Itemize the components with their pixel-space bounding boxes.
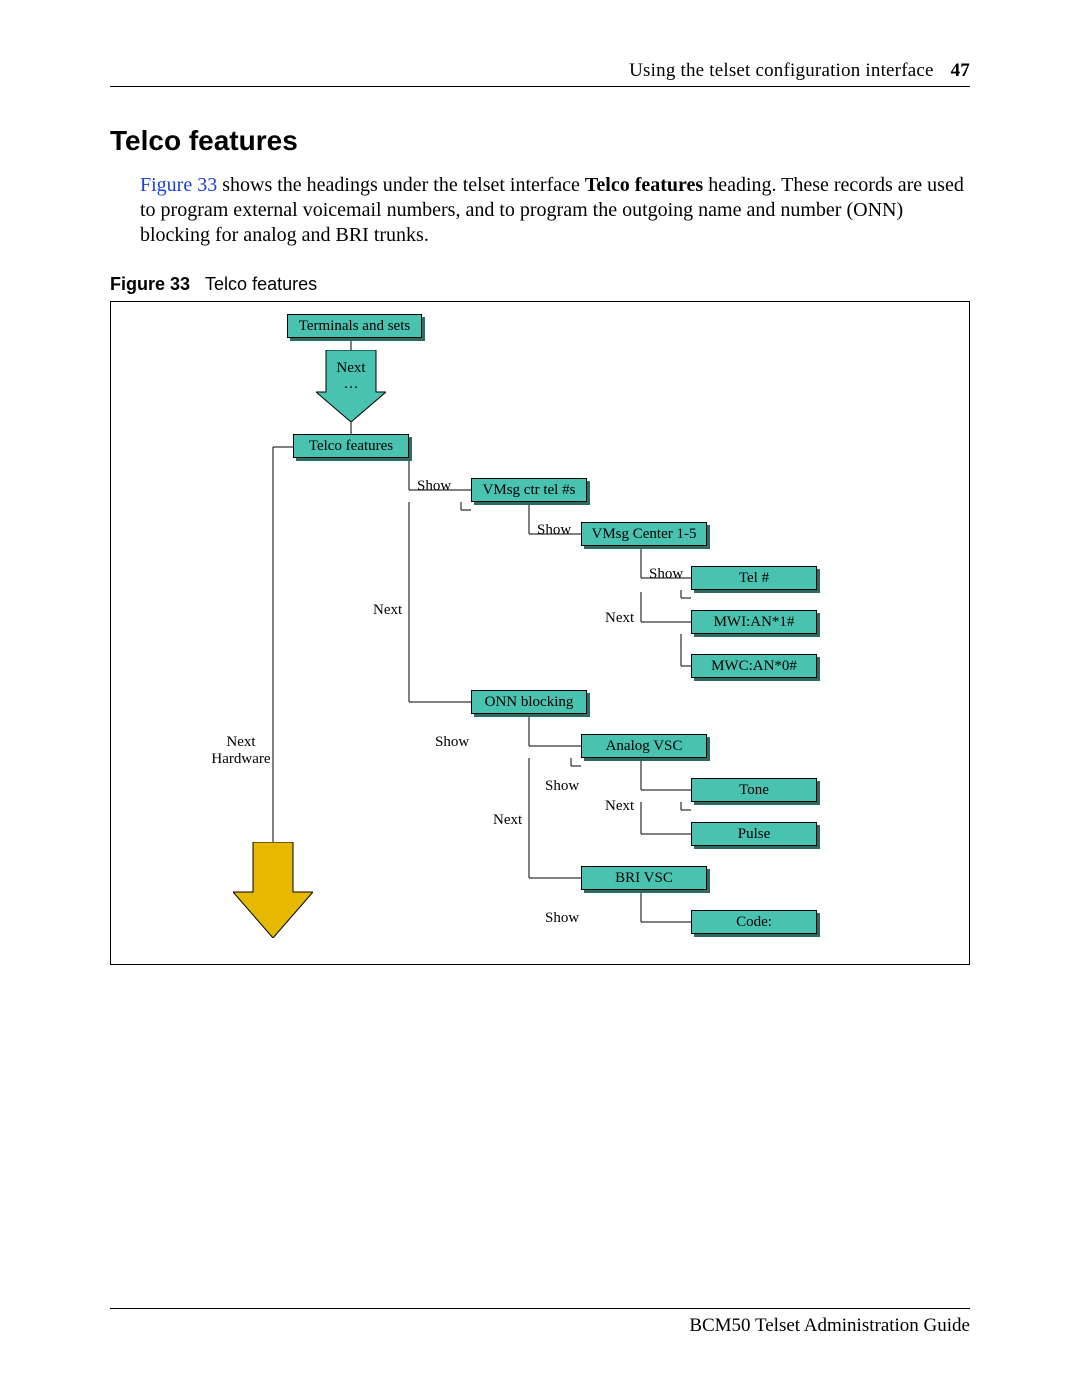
body-paragraph: Figure 33 shows the headings under the t… [140, 173, 970, 248]
label-next-4: Next [605, 798, 634, 815]
box-tel-num: Tel # [691, 566, 817, 590]
box-telco-features: Telco features [293, 434, 409, 458]
section-title: Telco features [110, 125, 970, 157]
box-vmsg-center: VMsg Center 1-5 [581, 522, 707, 546]
box-tone: Tone [691, 778, 817, 802]
box-onn-blocking: ONN blocking [471, 690, 587, 714]
box-pulse: Pulse [691, 822, 817, 846]
page-footer: BCM50 Telset Administration Guide [110, 1308, 970, 1337]
label-show-5: Show [545, 778, 579, 795]
body-part1: shows the headings under the telset inte… [217, 174, 585, 196]
figure-diagram: Terminals and sets Next … Telco features… [110, 301, 970, 965]
figure-label: Figure 33 [110, 274, 190, 294]
label-next-3: Next [493, 812, 522, 829]
page-number: 47 [951, 60, 970, 81]
figure-caption: Figure 33 Telco features [110, 274, 970, 295]
footer-text: BCM50 Telset Administration Guide [689, 1315, 970, 1336]
label-show-1: Show [417, 478, 451, 495]
label-show-2: Show [537, 522, 571, 539]
body-bold: Telco features [585, 174, 703, 196]
page-header: Using the telset configuration interface… [110, 60, 970, 87]
figure-caption-text: Telco features [205, 274, 317, 294]
label-show-4: Show [435, 734, 469, 751]
label-show-6: Show [545, 910, 579, 927]
box-vmsg-ctr: VMsg ctr tel #s [471, 478, 587, 502]
box-analog-vsc: Analog VSC [581, 734, 707, 758]
figure-reference-link[interactable]: Figure 33 [140, 174, 217, 196]
label-next-1: Next [373, 602, 402, 619]
box-code: Code: [691, 910, 817, 934]
box-mwc: MWC:AN*0# [691, 654, 817, 678]
label-next-2: Next [605, 610, 634, 627]
header-text: Using the telset configuration interface [629, 60, 934, 81]
box-terminals-and-sets: Terminals and sets [287, 314, 422, 338]
label-next-hardware: Next Hardware [206, 734, 276, 768]
box-bri-vsc: BRI VSC [581, 866, 707, 890]
pentagon-next-label: Next [316, 360, 386, 377]
down-arrow-icon [233, 842, 313, 938]
pentagon-ellipsis: … [316, 376, 386, 393]
label-show-3: Show [649, 566, 683, 583]
box-mwi: MWI:AN*1# [691, 610, 817, 634]
